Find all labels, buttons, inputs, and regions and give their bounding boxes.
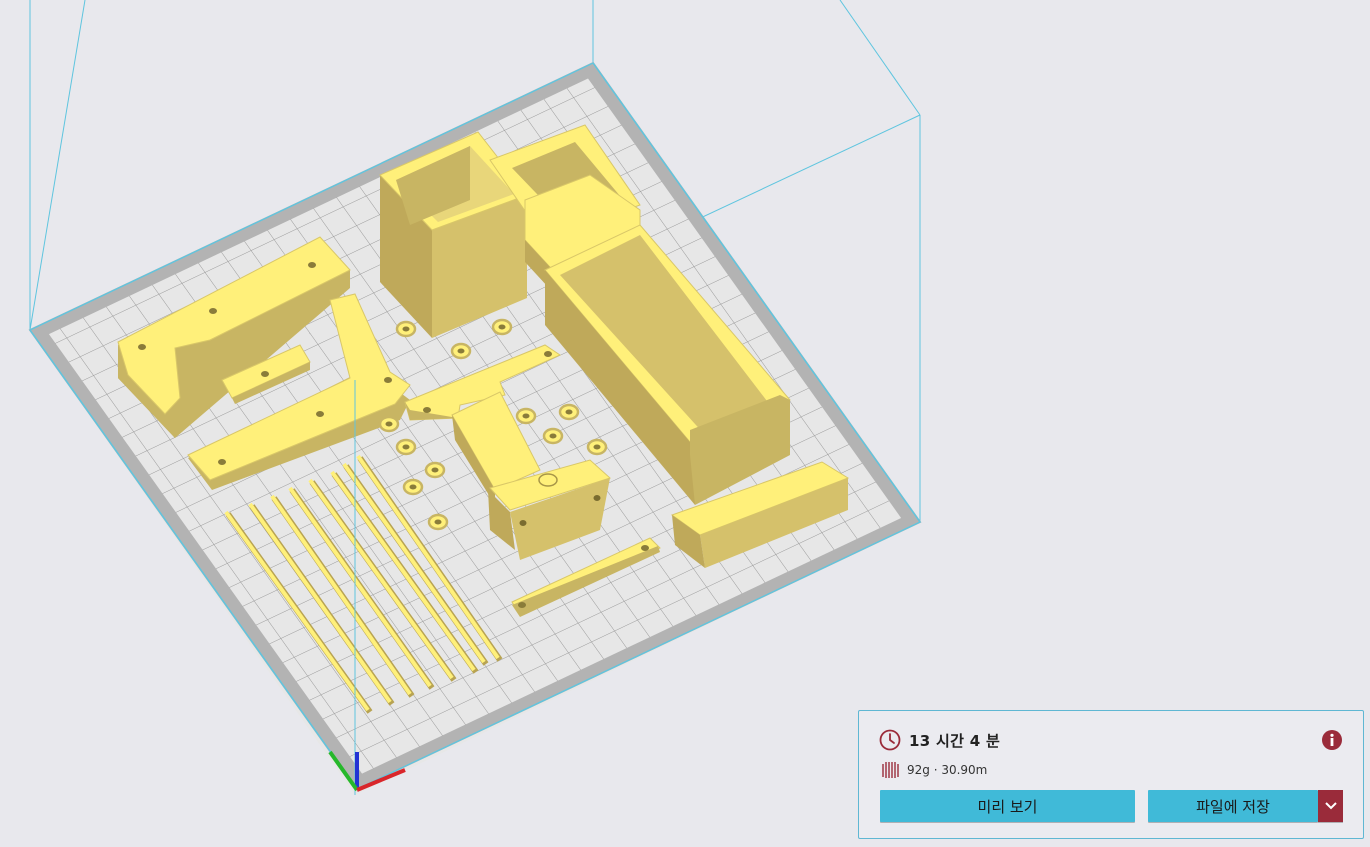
- material-usage-row: 92g · 30.90m: [881, 761, 987, 779]
- chevron-down-icon: [1324, 802, 1337, 810]
- save-options-dropdown[interactable]: [1318, 790, 1343, 822]
- filament-spool-icon: [882, 762, 899, 778]
- print-time: 13 시간 4 분: [909, 731, 1001, 750]
- save-to-file-button[interactable]: 파일에 저장: [1148, 790, 1318, 822]
- clock-icon: [879, 729, 901, 751]
- material-usage: 92g · 30.90m: [907, 763, 988, 777]
- info-icon[interactable]: [1321, 729, 1343, 751]
- preview-button[interactable]: 미리 보기: [880, 790, 1135, 822]
- print-summary-panel: 13 시간 4 분 92g · 30.90m 미리 보기 파일에 저장: [858, 710, 1364, 839]
- print-time-row: 13 시간 4 분: [879, 729, 1000, 751]
